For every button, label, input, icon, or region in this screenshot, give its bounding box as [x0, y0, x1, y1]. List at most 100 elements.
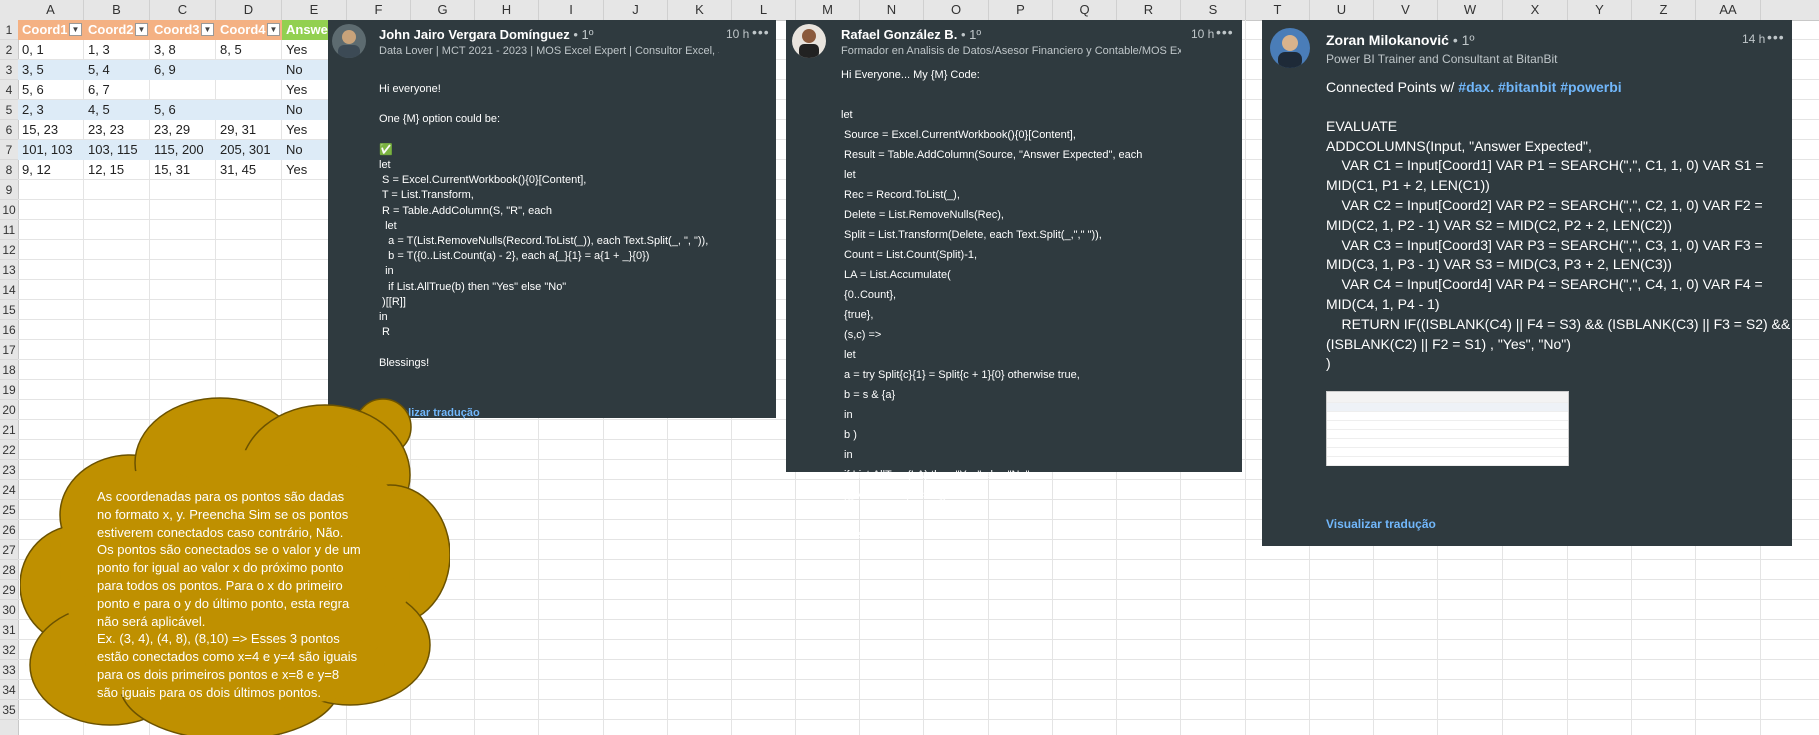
row-header-27[interactable]: 27	[0, 540, 18, 560]
coord-cell[interactable]: 15, 31	[150, 160, 216, 180]
author-name[interactable]: Zoran Milokanović • 1º	[1326, 32, 1475, 48]
coord-cell[interactable]: 5, 6	[18, 80, 84, 100]
column-header-S[interactable]: S	[1181, 0, 1246, 20]
avatar[interactable]	[332, 24, 366, 58]
row-header-12[interactable]: 12	[0, 240, 18, 260]
result-table-thumbnail[interactable]	[1326, 391, 1569, 466]
column-header-B[interactable]: B	[84, 0, 150, 20]
column-header-L[interactable]: L	[732, 0, 796, 20]
row-header-30[interactable]: 30	[0, 600, 18, 620]
row-header-32[interactable]: 32	[0, 640, 18, 660]
answer-cell[interactable]: Yes	[282, 40, 330, 60]
row-header-7[interactable]: 7	[0, 140, 18, 160]
row-header-22[interactable]: 22	[0, 440, 18, 460]
row-header-17[interactable]: 17	[0, 340, 18, 360]
row-header-16[interactable]: 16	[0, 320, 18, 340]
row-header-29[interactable]: 29	[0, 580, 18, 600]
row-header-11[interactable]: 11	[0, 220, 18, 240]
coord-cell[interactable]: 1, 3	[84, 40, 150, 60]
coord-cell[interactable]: 3, 5	[18, 60, 84, 80]
coord-cell[interactable]: 12, 15	[84, 160, 150, 180]
coord-cell[interactable]	[150, 80, 216, 100]
answer-cell[interactable]: Yes	[282, 160, 330, 180]
column-header-D[interactable]: D	[216, 0, 282, 20]
column-header-AA[interactable]: AA	[1696, 0, 1761, 20]
row-header-21[interactable]: 21	[0, 420, 18, 440]
author-name[interactable]: Rafael González B. • 1º	[841, 27, 981, 42]
column-header-O[interactable]: O	[924, 0, 989, 20]
row-header-4[interactable]: 4	[0, 80, 18, 100]
row-header-8[interactable]: 8	[0, 160, 18, 180]
column-header-H[interactable]: H	[475, 0, 539, 20]
answer-cell[interactable]: Yes	[282, 120, 330, 140]
row-header-15[interactable]: 15	[0, 300, 18, 320]
coord-cell[interactable]: 3, 8	[150, 40, 216, 60]
more-options-icon[interactable]: •••	[1216, 24, 1234, 40]
more-options-icon[interactable]: •••	[1767, 29, 1785, 45]
table-header-coord3[interactable]: Coord3 ▼	[150, 20, 216, 40]
coord-cell[interactable]: 23, 23	[84, 120, 150, 140]
column-header-F[interactable]: F	[347, 0, 411, 20]
row-header-26[interactable]: 26	[0, 520, 18, 540]
coord-cell[interactable]: 6, 9	[150, 60, 216, 80]
coord-cell[interactable]: 31, 45	[216, 160, 282, 180]
column-header-N[interactable]: N	[860, 0, 924, 20]
table-header-coord4[interactable]: Coord4 ▼	[216, 20, 282, 40]
row-header-1[interactable]: 1	[0, 20, 18, 40]
row-header-9[interactable]: 9	[0, 180, 18, 200]
table-header-answer[interactable]: Answer	[282, 20, 330, 40]
filter-dropdown-icon[interactable]: ▼	[201, 23, 214, 36]
column-header-V[interactable]: V	[1374, 0, 1438, 20]
answer-cell[interactable]: No	[282, 60, 330, 80]
column-header-Y[interactable]: Y	[1568, 0, 1632, 20]
coord-cell[interactable]: 101, 103	[18, 140, 84, 160]
row-header-24[interactable]: 24	[0, 480, 18, 500]
column-header-R[interactable]: R	[1117, 0, 1181, 20]
column-header-K[interactable]: K	[668, 0, 732, 20]
coord-cell[interactable]: 205, 301	[216, 140, 282, 160]
coord-cell[interactable]: 115, 200	[150, 140, 216, 160]
row-header-2[interactable]: 2	[0, 40, 18, 60]
coord-cell[interactable]: 6, 7	[84, 80, 150, 100]
coord-cell[interactable]	[216, 60, 282, 80]
coord-cell[interactable]: 23, 29	[150, 120, 216, 140]
row-header-28[interactable]: 28	[0, 560, 18, 580]
coord-cell[interactable]: 15, 23	[18, 120, 84, 140]
column-header-T[interactable]: T	[1246, 0, 1310, 20]
row-header-33[interactable]: 33	[0, 660, 18, 680]
filter-dropdown-icon[interactable]: ▼	[267, 23, 280, 36]
filter-dropdown-icon[interactable]: ▼	[69, 23, 82, 36]
row-header-20[interactable]: 20	[0, 400, 18, 420]
coord-cell[interactable]: 9, 12	[18, 160, 84, 180]
coord-cell[interactable]: 8, 5	[216, 40, 282, 60]
row-header-23[interactable]: 23	[0, 460, 18, 480]
author-name[interactable]: John Jairo Vergara Domínguez • 1º	[379, 27, 594, 42]
coord-cell[interactable]: 29, 31	[216, 120, 282, 140]
translate-link[interactable]: Visualizar tradução	[1326, 517, 1436, 531]
answer-cell[interactable]: No	[282, 100, 330, 120]
column-header-U[interactable]: U	[1310, 0, 1374, 20]
coord-cell[interactable]: 0, 1	[18, 40, 84, 60]
coord-cell[interactable]: 2, 3	[18, 100, 84, 120]
column-header-Z[interactable]: Z	[1632, 0, 1696, 20]
column-header-Q[interactable]: Q	[1053, 0, 1117, 20]
column-header-I[interactable]: I	[539, 0, 604, 20]
table-header-coord1[interactable]: Coord1 ▼	[18, 20, 84, 40]
row-header-6[interactable]: 6	[0, 120, 18, 140]
row-header-19[interactable]: 19	[0, 380, 18, 400]
row-header-35[interactable]: 35	[0, 700, 18, 720]
column-header-J[interactable]: J	[604, 0, 668, 20]
column-header-X[interactable]: X	[1503, 0, 1568, 20]
column-header-E[interactable]: E	[282, 0, 347, 20]
row-header-14[interactable]: 14	[0, 280, 18, 300]
filter-dropdown-icon[interactable]: ▼	[135, 23, 148, 36]
row-header-3[interactable]: 3	[0, 60, 18, 80]
row-header-25[interactable]: 25	[0, 500, 18, 520]
column-header-W[interactable]: W	[1438, 0, 1503, 20]
coord-cell[interactable]: 103, 115	[84, 140, 150, 160]
coord-cell[interactable]: 4, 5	[84, 100, 150, 120]
coord-cell[interactable]: 5, 6	[150, 100, 216, 120]
row-header-31[interactable]: 31	[0, 620, 18, 640]
coord-cell[interactable]: 5, 4	[84, 60, 150, 80]
column-header-C[interactable]: C	[150, 0, 216, 20]
